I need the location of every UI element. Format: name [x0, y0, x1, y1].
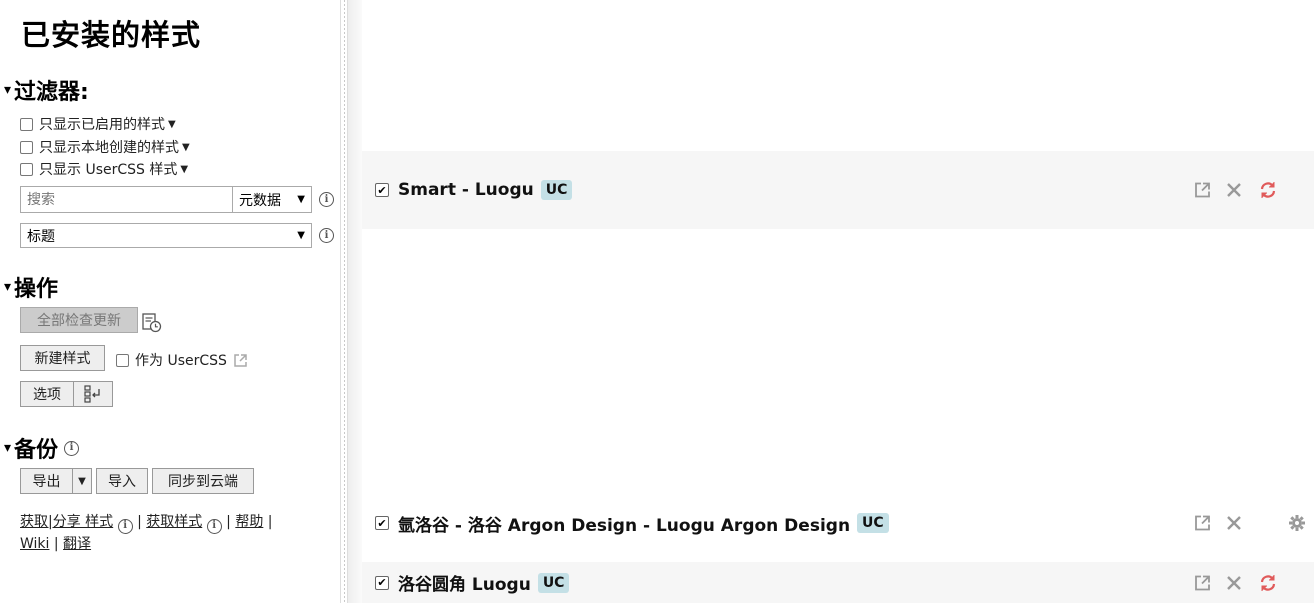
filter-local-only[interactable]: 只显示本地创建的样式 ▼: [20, 137, 190, 157]
collapse-triangle-icon: ▾: [4, 82, 12, 98]
style-enabled-checkbox[interactable]: ✔: [375, 575, 389, 590]
external-link-icon[interactable]: [1194, 182, 1211, 199]
help-link[interactable]: 帮助: [235, 514, 263, 530]
options-popup-icon: [84, 385, 100, 403]
link-separator: |: [53, 535, 59, 552]
filter-enabled-checkbox[interactable]: [20, 117, 33, 131]
info-icon[interactable]: i: [64, 440, 80, 456]
filter-enabled-only[interactable]: 只显示已启用的样式 ▼: [20, 114, 176, 134]
check-updates-button[interactable]: 全部检查更新: [20, 307, 138, 333]
as-usercss-label: 作为 UserCSS: [135, 353, 227, 369]
external-link-icon[interactable]: [233, 353, 248, 368]
usercss-badge: UC: [540, 180, 573, 200]
export-label: 导出: [32, 474, 61, 490]
options-popup-button[interactable]: [73, 381, 113, 407]
filter-usercss-only[interactable]: 只显示 UserCSS 样式 ▼: [20, 159, 188, 179]
filter-local-label: 只显示本地创建的样式: [39, 140, 179, 156]
filter-local-checkbox[interactable]: [20, 140, 33, 154]
search-scope-select[interactable]: 元数据 ▼: [232, 186, 312, 213]
dropdown-arrow-icon[interactable]: ▼: [168, 119, 176, 130]
actions-heading-label: 操作: [14, 277, 59, 302]
style-enabled-checkbox[interactable]: ✔: [375, 516, 389, 530]
update-history-icon[interactable]: [142, 313, 162, 333]
options-label: 选项: [33, 387, 61, 403]
style-name[interactable]: 洛谷圆角 Luogu: [398, 570, 531, 595]
info-icon[interactable]: i: [319, 228, 334, 243]
get-styles-link[interactable]: 获取样式: [146, 514, 202, 530]
info-icon[interactable]: i: [319, 192, 334, 207]
wiki-link[interactable]: Wiki: [20, 536, 49, 552]
filters-heading[interactable]: ▾ 过滤器:: [4, 74, 89, 106]
page-title: 已安装的样式: [21, 18, 202, 52]
link-separator: |: [226, 514, 231, 530]
external-link-icon[interactable]: [1194, 574, 1211, 591]
update-icon[interactable]: [1259, 574, 1277, 592]
chevron-down-icon: ▼: [297, 194, 305, 205]
backup-heading-label: 备份: [14, 438, 59, 463]
style-name[interactable]: Smart - Luogu: [398, 180, 534, 200]
external-link-icon[interactable]: [1194, 515, 1211, 532]
sort-select-value: 标题: [27, 228, 55, 245]
export-button[interactable]: 导出: [20, 468, 73, 494]
link-separator: |: [267, 514, 273, 530]
options-button[interactable]: 选项: [20, 381, 74, 407]
style-enabled-checkbox[interactable]: ✔: [375, 183, 389, 197]
sync-cloud-button[interactable]: 同步到云端: [152, 468, 254, 494]
chevron-down-icon: ▼: [297, 230, 305, 241]
collapse-triangle-icon: ▾: [4, 440, 12, 456]
info-icon[interactable]: i: [117, 518, 133, 534]
usercss-badge: UC: [537, 572, 570, 593]
delete-icon[interactable]: [1226, 182, 1242, 198]
style-entry[interactable]: ✔ 氩洛谷 - 洛谷 Argon Design - Luogu Argon De…: [362, 486, 1314, 560]
delete-icon[interactable]: [1226, 575, 1242, 591]
dropdown-arrow-icon[interactable]: ▼: [180, 164, 188, 175]
delete-icon[interactable]: [1226, 515, 1242, 531]
filter-enabled-label: 只显示已启用的样式: [39, 117, 165, 133]
get-share-styles-link[interactable]: 获取|分享 样式: [20, 514, 113, 530]
as-usercss-checkbox[interactable]: [116, 353, 129, 367]
actions-heading[interactable]: ▾ 操作: [4, 271, 58, 303]
check-updates-label: 全部检查更新: [37, 313, 121, 329]
backup-heading[interactable]: ▾ 备份 i: [4, 432, 80, 464]
gear-icon[interactable]: [1288, 514, 1306, 532]
import-label: 导入: [108, 474, 136, 490]
usercss-badge: UC: [857, 513, 889, 533]
as-usercss-option[interactable]: 作为 UserCSS: [116, 350, 248, 370]
chevron-down-icon: ▼: [78, 475, 86, 487]
link-separator: |: [137, 514, 142, 530]
collapse-triangle-icon: ▾: [4, 279, 12, 295]
info-icon[interactable]: i: [206, 518, 222, 534]
new-style-button[interactable]: 新建样式: [20, 345, 105, 371]
translate-link[interactable]: 翻译: [63, 536, 91, 552]
sidebar-splitter[interactable]: [340, 0, 348, 603]
import-button[interactable]: 导入: [96, 468, 148, 494]
style-entry[interactable]: ✔ Smart - Luogu UC: [362, 151, 1314, 229]
filter-usercss-label: 只显示 UserCSS 样式: [39, 162, 178, 178]
filter-usercss-checkbox[interactable]: [20, 162, 33, 176]
sort-select[interactable]: 标题 ▼: [20, 223, 312, 248]
style-list: ✔ Smart - Luogu UC ✔ 氩洛谷 - 洛谷 Argon Desi…: [348, 0, 1314, 603]
dropdown-arrow-icon[interactable]: ▼: [182, 142, 190, 153]
sync-cloud-label: 同步到云端: [168, 474, 238, 490]
filters-heading-label: 过滤器:: [14, 80, 89, 105]
style-entry[interactable]: ✔ 洛谷圆角 Luogu UC: [362, 562, 1314, 603]
list-shadow: [348, 0, 362, 603]
update-icon[interactable]: [1259, 181, 1277, 199]
new-style-label: 新建样式: [34, 351, 91, 367]
search-input[interactable]: [20, 186, 233, 213]
export-dropdown-button[interactable]: ▼: [72, 468, 92, 494]
sidebar: 已安装的样式 ▾ 过滤器: 只显示已启用的样式 ▼ 只显示本地创建的样式 ▼ 只…: [0, 0, 340, 603]
search-scope-value: 元数据: [239, 192, 281, 209]
footer-links: 获取|分享 样式 i | 获取样式 i | 帮助 | Wiki | 翻译: [20, 512, 330, 555]
style-name[interactable]: 氩洛谷 - 洛谷 Argon Design - Luogu Argon Desi…: [398, 511, 850, 536]
